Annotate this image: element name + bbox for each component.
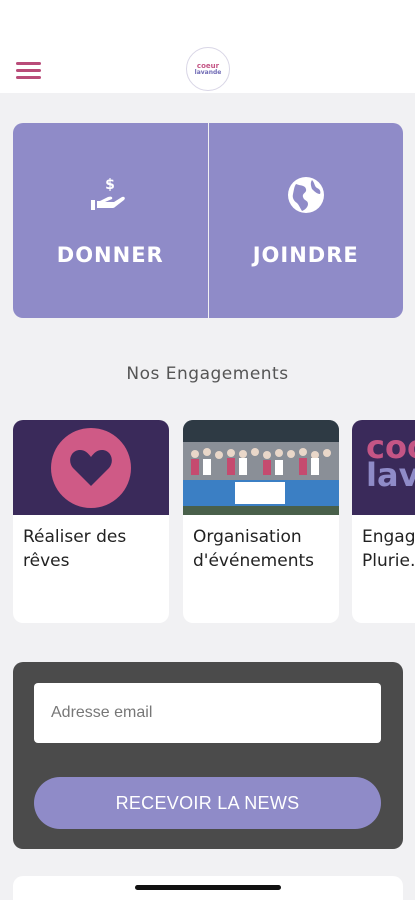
engagement-card[interactable]: coo lav Engag… Plurie… [352, 420, 415, 623]
card-caption: Organisation d'événements [193, 527, 314, 571]
engagement-card[interactable]: Réaliser des rêves [13, 420, 169, 623]
donner-button[interactable]: $ DONNER [13, 123, 209, 318]
event-photo [183, 420, 339, 515]
top-app-bar: coeur lavande [0, 0, 415, 93]
joindre-button[interactable]: JOINDRE [209, 123, 404, 318]
engagement-card[interactable]: Organisation d'événements [183, 420, 339, 623]
event-photo-graphic [183, 420, 339, 515]
donner-label: DONNER [56, 242, 164, 267]
engagements-carousel[interactable]: Réaliser des rêves Organisation d'événem… [13, 420, 415, 623]
heart-badge [51, 427, 131, 508]
card-caption: Réaliser des rêves [23, 527, 127, 571]
hand-dollar-icon: $ [91, 177, 126, 210]
logo-text-line2: lavande [194, 68, 222, 76]
heart-icon [70, 449, 112, 486]
svg-text:$: $ [105, 177, 115, 193]
globe-icon [287, 176, 324, 213]
action-card: $ DONNER JOINDRE [13, 123, 403, 318]
hamburger-menu-icon[interactable] [16, 61, 42, 81]
card-image: coo lav [352, 420, 415, 515]
card-image-text-2: lav [366, 456, 415, 494]
app-logo[interactable]: coeur lavande [186, 47, 230, 91]
joindre-label: JOINDRE [252, 242, 359, 267]
email-input[interactable] [34, 683, 381, 743]
subscribe-news-button[interactable]: RECEVOIR LA NEWS [34, 777, 381, 829]
card-caption: Engag… Plurie… [362, 527, 415, 571]
card-image [13, 420, 169, 515]
section-title: Nos Engagements [126, 364, 289, 384]
newsletter-panel: RECEVOIR LA NEWS [13, 662, 403, 849]
home-indicator[interactable] [135, 885, 281, 890]
